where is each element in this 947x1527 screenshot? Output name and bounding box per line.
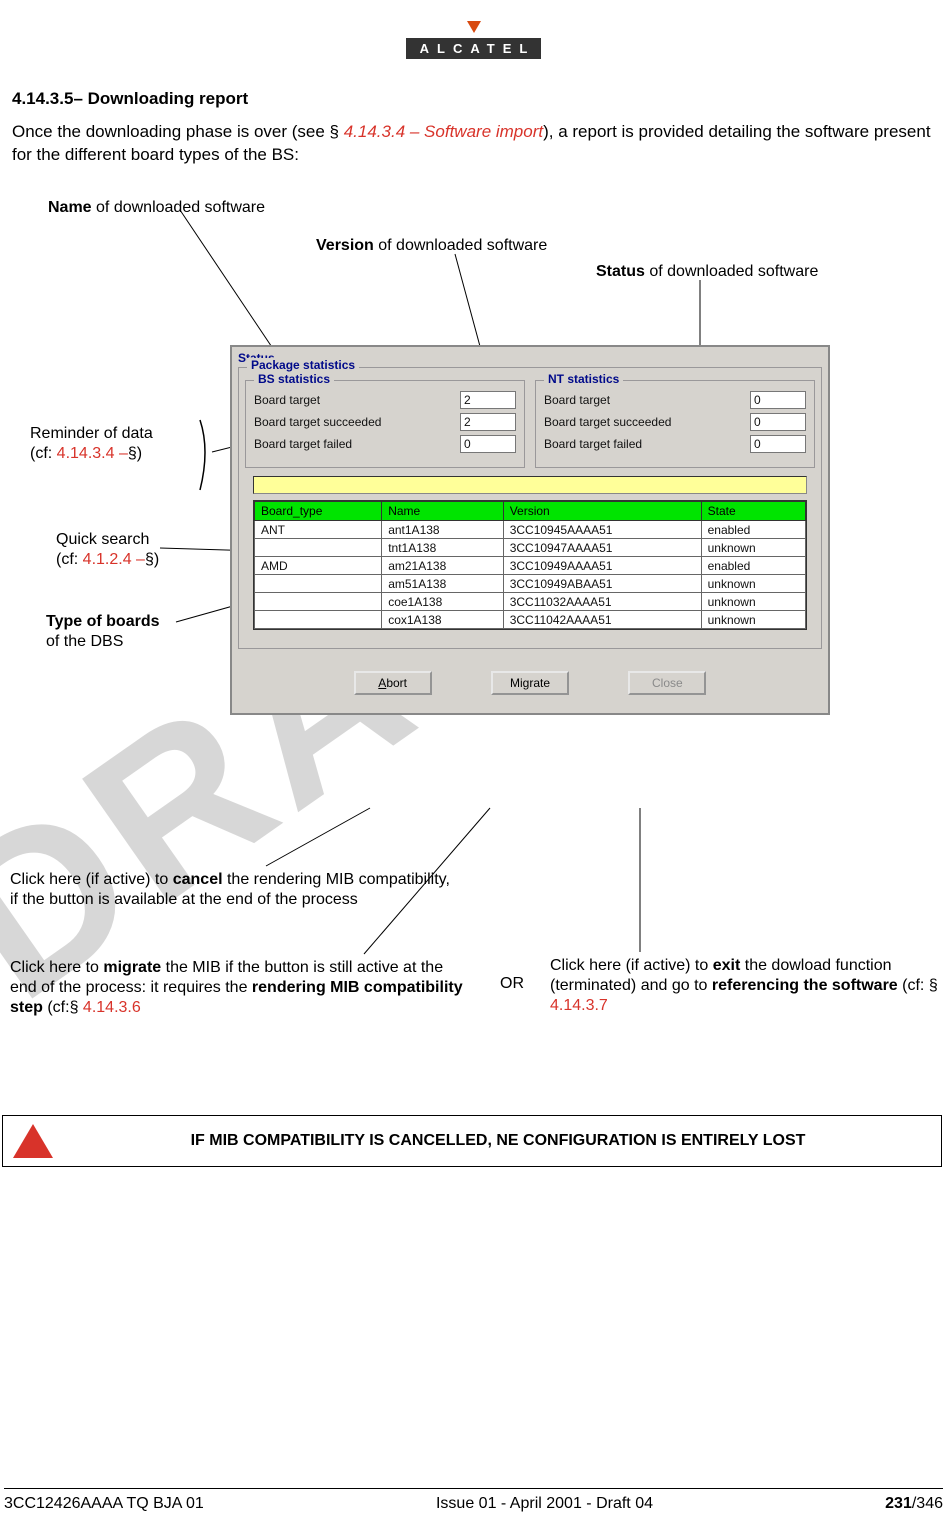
table-row[interactable]: cox1A1383CC11042AAAA51unknown [255,611,806,629]
intro-text-pre: Once the downloading phase is over (see … [12,122,344,141]
warning-triangle-icon [13,1124,53,1158]
nt-statistics-group: NT statistics Board target0 Board target… [535,380,815,468]
col-board-type[interactable]: Board_type [255,502,382,521]
table-row[interactable]: coe1A1383CC11032AAAA51unknown [255,593,806,611]
table-row[interactable]: tnt1A1383CC10947AAAA51unknown [255,539,806,557]
footer-issue: Issue 01 - April 2001 - Draft 04 [436,1495,653,1513]
bs-target-label: Board target [254,393,460,407]
annot-migrate: Click here to migrate the MIB if the but… [10,958,470,1018]
warning-text: IF MIB COMPATIBILITY IS CANCELLED, NE CO… [65,1132,931,1150]
nt-legend: NT statistics [544,372,623,386]
table-row[interactable]: AMDam21A1383CC10949AAAA51enabled [255,557,806,575]
col-state[interactable]: State [701,502,805,521]
annot-name: Name of downloaded software [48,198,265,218]
intro-paragraph: Once the downloading phase is over (see … [12,121,935,167]
triangle-down-icon [467,21,481,33]
software-grid[interactable]: Board_type Name Version State ANTant1A13… [253,500,807,630]
bs-succeeded-value: 2 [460,413,516,431]
bs-succeeded-label: Board target succeeded [254,415,460,429]
nt-succeeded-label: Board target succeeded [544,415,750,429]
section-heading: 4.14.3.5– Downloading report [12,89,935,109]
table-row[interactable]: am51A1383CC10949ABAA51unknown [255,575,806,593]
page-footer: 3CC12426AAAA TQ BJA 01 Issue 01 - April … [4,1488,943,1513]
annot-board-type: Type of boards of the DBS [46,612,160,652]
bs-failed-value: 0 [460,435,516,453]
status-window: Status Package statistics BS statistics … [230,345,830,715]
annot-or: OR [500,974,524,994]
cross-ref-link[interactable]: 4.14.3.4 – Software import [344,122,543,141]
annot-status: Status of downloaded software [596,262,818,282]
annot-abort: Click here (if active) to cancel the ren… [10,870,450,910]
brand-logo: ALCATEL [10,18,937,59]
bs-legend: BS statistics [254,372,334,386]
bs-target-value: 2 [460,391,516,409]
screenshot-panel: Status Package statistics BS statistics … [230,345,830,715]
nt-failed-label: Board target failed [544,437,750,451]
bs-failed-label: Board target failed [254,437,460,451]
nt-failed-value: 0 [750,435,806,453]
package-statistics-legend: Package statistics [247,358,359,372]
annot-close: Click here (if active) to exit the dowlo… [550,956,940,1016]
brand-wordmark: ALCATEL [406,38,542,59]
button-row: Abort Migrate Close [232,657,828,713]
migrate-button[interactable]: Migrate [491,671,569,695]
footer-doc-id: 3CC12426AAAA TQ BJA 01 [4,1495,204,1513]
nt-succeeded-value: 0 [750,413,806,431]
package-statistics-group: Package statistics BS statistics Board t… [238,367,822,649]
col-name[interactable]: Name [382,502,503,521]
nt-target-value: 0 [750,391,806,409]
annot-quick-search: Quick search (cf: 4.1.2.4 –§) [56,530,159,570]
abort-button[interactable]: Abort [354,671,432,695]
bs-statistics-group: BS statistics Board target2 Board target… [245,380,525,468]
annot-reminder: Reminder of data (cf: 4.14.3.4 –§) [30,424,153,464]
close-button[interactable]: Close [628,671,706,695]
footer-page: 231/346 [885,1495,943,1513]
annot-version: Version of downloaded software [316,236,547,256]
nt-target-label: Board target [544,393,750,407]
warning-callout: IF MIB COMPATIBILITY IS CANCELLED, NE CO… [2,1115,942,1167]
quick-search-input[interactable] [253,476,807,494]
table-row[interactable]: ANTant1A1383CC10945AAAA51enabled [255,521,806,539]
col-version[interactable]: Version [503,502,701,521]
